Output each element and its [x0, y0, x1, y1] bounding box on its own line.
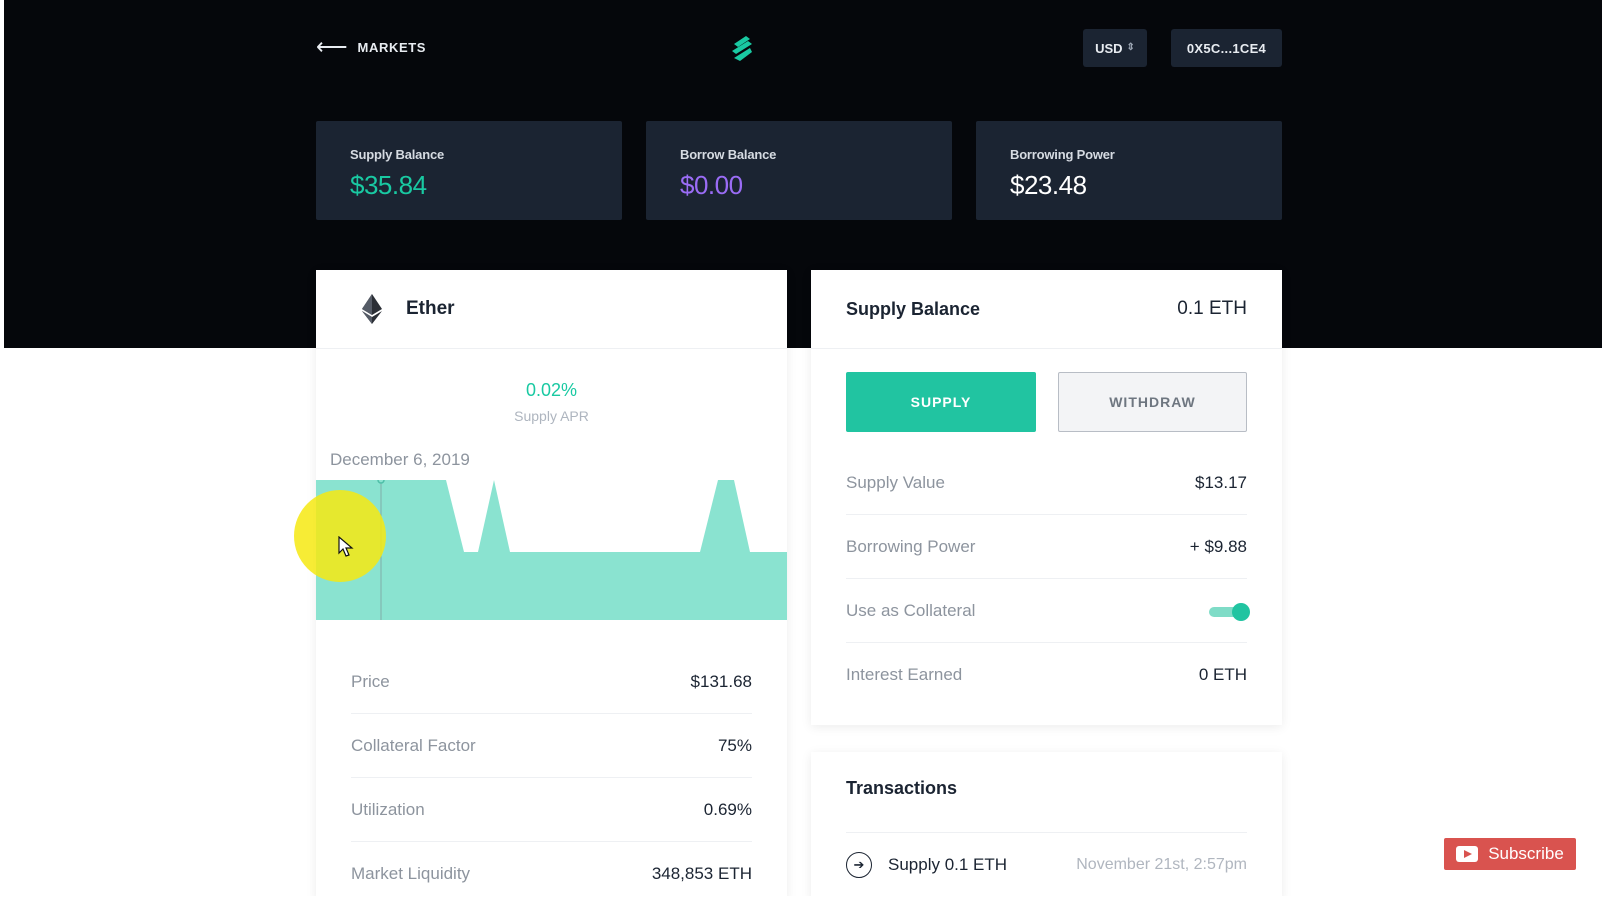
detail-value: 0.69% — [703, 799, 752, 819]
detail-row-utilization: Utilization 0.69% — [351, 778, 752, 842]
transaction-date: November 21st, 2:57pm — [1076, 855, 1247, 873]
mouse-pointer-icon — [338, 536, 354, 557]
supply-row-label: Supply Value — [846, 472, 945, 492]
wallet-address-button[interactable]: 0X5C...1CE4 — [1171, 29, 1282, 67]
supply-panel-title: Supply Balance — [846, 298, 981, 319]
chart-date-label: December 6, 2019 — [330, 450, 470, 469]
supply-row-value: + $9.88 — [1189, 536, 1247, 556]
detail-row-collateral-factor: Collateral Factor 75% — [351, 714, 752, 778]
supply-apr-value: 0.02% — [525, 380, 578, 400]
supply-panel-header: Supply Balance 0.1 ETH — [811, 270, 1282, 349]
supply-balance-card: Supply Balance $35.84 — [316, 121, 622, 220]
stat-label: Borrowing Power — [1010, 147, 1115, 162]
market-header: Ether — [316, 270, 787, 349]
bottom-edge — [0, 896, 1602, 900]
supply-row-label: Use as Collateral — [846, 600, 976, 620]
stat-value: $23.48 — [1010, 170, 1087, 200]
transactions-card: Transactions ➔ Supply 0.1 ETH November 2… — [811, 752, 1282, 900]
stat-value: $35.84 — [350, 170, 427, 200]
chart-area — [316, 480, 787, 620]
stat-label: Supply Balance — [350, 147, 445, 162]
detail-label: Price — [351, 671, 390, 691]
ether-icon — [362, 294, 382, 324]
collateral-toggle[interactable] — [1209, 602, 1250, 621]
markets-back-label: MARKETS — [357, 39, 427, 55]
supply-row-label: Borrowing Power — [846, 536, 976, 556]
supply-panel-amount: 0.1 ETH — [1177, 298, 1247, 319]
supply-row-use-as-collateral: Use as Collateral — [846, 579, 1250, 643]
currency-selector[interactable]: USD ⇕ — [1083, 29, 1147, 67]
detail-label: Market Liquidity — [351, 864, 471, 883]
subscribe-label: Subscribe — [1488, 844, 1564, 863]
supply-row-borrowing-power: Borrowing Power + $9.88 — [846, 515, 1247, 579]
transactions-title: Transactions — [846, 778, 958, 798]
transaction-row[interactable]: ➔ Supply 0.1 ETH November 21st, 2:57pm — [846, 832, 1247, 896]
subscribe-button[interactable]: Subscribe — [1444, 838, 1576, 870]
transaction-description: Supply 0.1 ETH — [888, 854, 1008, 874]
detail-label: Collateral Factor — [351, 735, 476, 755]
withdraw-button[interactable]: WITHDRAW — [1058, 372, 1247, 432]
supply-panel: Supply Balance 0.1 ETH SUPPLY WITHDRAW S… — [811, 270, 1282, 725]
detail-label: Utilization — [351, 799, 425, 819]
supply-apr-label: Supply APR — [514, 408, 589, 424]
chevron-up-down-icon: ⇕ — [1126, 42, 1135, 53]
supply-details-list: Supply Value $13.17 Borrowing Power + $9… — [846, 451, 1250, 707]
supply-row-label: Interest Earned — [846, 665, 963, 684]
market-name: Ether — [406, 298, 455, 319]
arrow-right-circle-icon: ➔ — [846, 851, 872, 878]
stat-value: $0.00 — [680, 170, 743, 200]
supply-button[interactable]: SUPPLY — [846, 372, 1036, 432]
toggle-knob — [1232, 602, 1250, 621]
chart-hover-point — [377, 480, 385, 484]
supply-row-interest-earned: Interest Earned 0 ETH — [846, 643, 1247, 707]
currency-label: USD — [1095, 40, 1123, 56]
supply-row-value: $13.17 — [1195, 472, 1247, 492]
detail-row-price: Price $131.68 — [351, 650, 752, 714]
detail-value: $131.68 — [690, 671, 752, 691]
market-details-list: Price $131.68 Collateral Factor 75% Util… — [351, 650, 752, 900]
supply-row-value: 0 ETH — [1198, 665, 1247, 684]
compound-logo-icon — [732, 36, 752, 61]
detail-value: 348,853 ETH — [651, 864, 752, 883]
borrow-balance-card: Borrow Balance $0.00 — [646, 121, 952, 220]
supply-row-supply-value: Supply Value $13.17 — [846, 451, 1247, 515]
borrowing-power-card: Borrowing Power $23.48 — [976, 121, 1282, 220]
stat-label: Borrow Balance — [680, 147, 777, 162]
arrow-left-icon: ⟵ — [316, 34, 348, 59]
markets-back-link[interactable]: ⟵ MARKETS — [316, 36, 426, 58]
detail-value: 75% — [717, 735, 752, 755]
supply-apr-chart[interactable] — [316, 480, 787, 620]
detail-row-market-liquidity: Market Liquidity 348,853 ETH — [351, 842, 752, 900]
youtube-play-icon — [1456, 846, 1479, 862]
